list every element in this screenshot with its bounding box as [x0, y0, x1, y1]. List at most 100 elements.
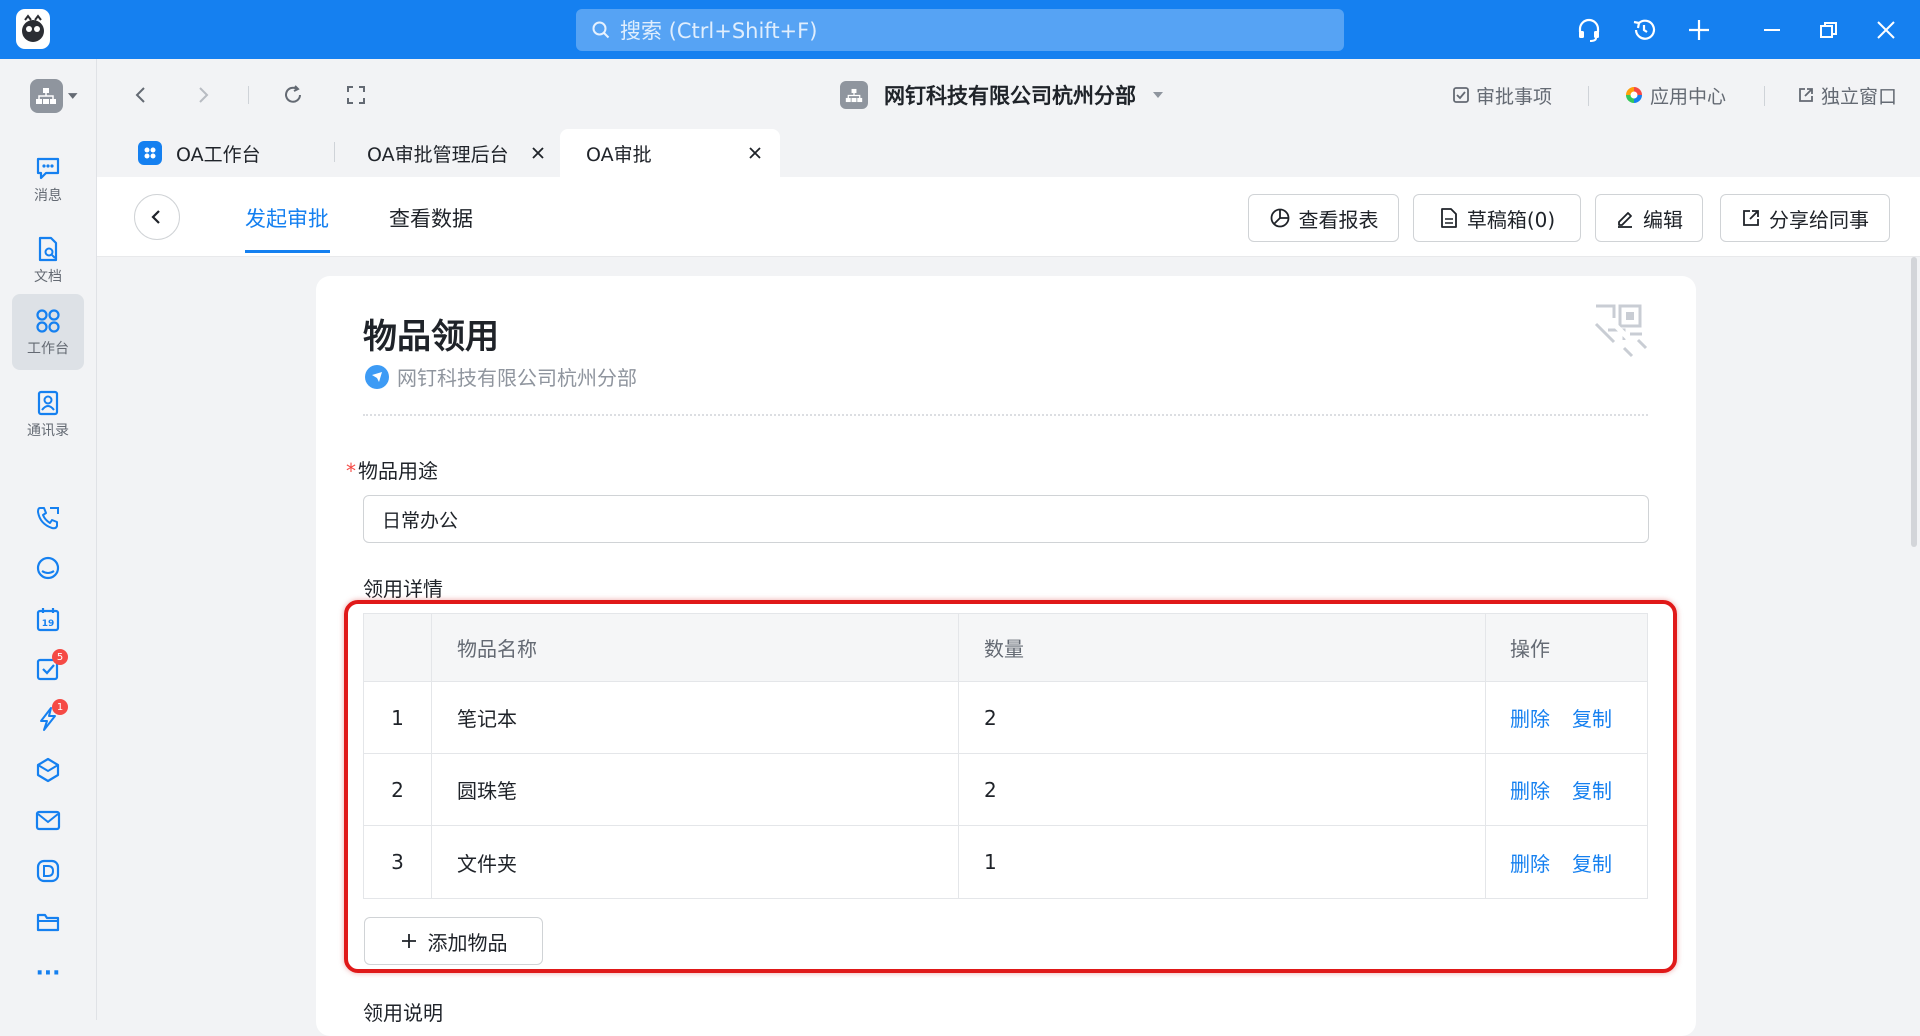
refresh-icon[interactable] [280, 82, 306, 108]
edit-button[interactable]: 编辑 [1595, 194, 1703, 242]
button-label: 编辑 [1643, 207, 1683, 232]
calendar-day: 19 [42, 619, 55, 629]
org-switcher[interactable] [30, 78, 78, 114]
scrollbar[interactable] [1911, 257, 1917, 547]
todo-badge: 5 [52, 649, 68, 665]
caret-down-icon [1153, 92, 1163, 98]
ding-icon[interactable]: 1 [32, 699, 68, 735]
mail-icon[interactable] [32, 804, 64, 836]
sidebar-item-docs[interactable]: 文档 [12, 222, 84, 298]
form-title: 物品领用 [363, 317, 499, 357]
search-icon [592, 21, 610, 39]
restore-icon[interactable] [1814, 15, 1844, 45]
history-icon[interactable] [1629, 15, 1659, 45]
org-badge-icon [365, 364, 389, 389]
global-search-input[interactable]: 搜索 (Ctrl+Shift+F) [576, 9, 1344, 51]
cube-icon[interactable] [32, 754, 64, 786]
button-label: 查看报表 [1298, 207, 1379, 232]
cloud-icon[interactable] [32, 552, 64, 584]
docs-d-icon[interactable] [32, 855, 64, 887]
app-logo[interactable] [16, 9, 50, 49]
search-placeholder: 搜索 (Ctrl+Shift+F) [620, 19, 818, 43]
minimize-icon[interactable] [1757, 15, 1787, 45]
org-title-dropdown[interactable]: 网钉科技有限公司杭州分部 [840, 78, 1164, 112]
sidebar-item-label: 工作台 [27, 340, 69, 357]
sidebar-item-label: 文档 [34, 268, 62, 285]
drafts-button[interactable]: 草稿箱(0) [1413, 194, 1581, 242]
document-icon [38, 236, 58, 261]
purpose-value: 日常办公 [382, 509, 459, 532]
close-icon[interactable] [1871, 15, 1901, 45]
approval-items-link[interactable]: 审批事项 [1452, 80, 1552, 110]
back-arrow-icon[interactable] [128, 82, 154, 108]
tab-close-icon[interactable] [531, 146, 545, 160]
sidebar-item-label: 消息 [34, 187, 62, 204]
edit-icon [1618, 212, 1632, 228]
form-org: 网钉科技有限公司杭州分部 [365, 362, 637, 391]
sidebar-item-contacts[interactable]: 通讯录 [12, 376, 84, 452]
calendar-icon[interactable]: 19 [32, 603, 64, 635]
tab-close-icon[interactable] [748, 146, 762, 160]
purpose-label-text: 物品用途 [358, 459, 438, 483]
external-window-icon [1799, 88, 1813, 102]
approval-check-icon [1453, 87, 1469, 103]
app-center-label: 应用中心 [1650, 85, 1727, 108]
back-button[interactable] [134, 194, 180, 240]
qr-code-icon[interactable] [1594, 304, 1648, 358]
chevron-left-icon [151, 210, 160, 224]
draft-icon [1440, 208, 1457, 228]
purpose-label: * 物品用途 [346, 455, 438, 484]
phone-icon[interactable] [32, 502, 64, 534]
title-bar: 搜索 (Ctrl+Shift+F) [0, 0, 1920, 59]
org-avatar-icon [30, 79, 63, 113]
forward-arrow-icon[interactable] [190, 82, 216, 108]
highlight-box [344, 600, 1677, 973]
button-label: 草稿箱(0) [1466, 207, 1556, 232]
ding-badge: 1 [52, 699, 68, 715]
tab-oa-approval-admin[interactable]: OA审批管理后台 [367, 129, 547, 177]
workbench-icon [36, 308, 60, 333]
form-org-name: 网钉科技有限公司杭州分部 [397, 366, 637, 390]
subtab-view-data[interactable]: 查看数据 [389, 203, 473, 233]
folder-icon[interactable] [32, 905, 64, 937]
header-divider [363, 414, 1648, 416]
more-icon[interactable]: ··· [32, 957, 64, 989]
fullscreen-icon[interactable] [343, 82, 369, 108]
page-toolbar: 发起审批 查看数据 查看报表 草稿箱(0) 编辑 分享给同事 [97, 177, 1920, 257]
required-mark: * [346, 459, 356, 483]
tab-divider [334, 142, 335, 162]
headset-icon[interactable] [1574, 15, 1604, 45]
sidebar-item-label: 通讯录 [27, 422, 69, 439]
plus-icon[interactable] [1684, 15, 1714, 45]
tab-oa-approval[interactable]: OA审批 [560, 129, 780, 177]
view-report-button[interactable]: 查看报表 [1248, 194, 1399, 242]
link-divider [1764, 86, 1765, 106]
org-title: 网钉科技有限公司杭州分部 [884, 84, 1136, 108]
sidebar-item-messages[interactable]: 消息 [12, 141, 84, 217]
nav-divider [248, 86, 249, 104]
notes-label: 领用说明 [363, 1001, 443, 1025]
share-icon [1743, 210, 1759, 226]
caret-down-icon [67, 93, 78, 99]
independent-window-label: 独立窗口 [1821, 85, 1898, 108]
sidebar-item-workbench[interactable]: 工作台 [12, 294, 84, 370]
button-label: 分享给同事 [1769, 207, 1869, 232]
purpose-input[interactable]: 日常办公 [363, 495, 1649, 543]
subtab-underline [245, 250, 330, 253]
app-center-icon [1626, 87, 1642, 103]
workbench-tab-icon [138, 141, 162, 165]
todo-icon[interactable]: 5 [32, 649, 68, 685]
app-center-link[interactable]: 应用中心 [1624, 80, 1726, 110]
report-icon [1270, 208, 1289, 228]
message-icon [36, 157, 60, 179]
details-label: 领用详情 [363, 577, 443, 601]
tab-label: OA审批 [586, 143, 652, 166]
left-sidebar: 消息 文档 工作台 通讯录 19 5 1 ··· [0, 59, 97, 1020]
org-icon [840, 81, 868, 109]
tab-label: OA审批管理后台 [367, 143, 509, 166]
subtab-start-approval[interactable]: 发起审批 [245, 203, 329, 233]
independent-window-link[interactable]: 独立窗口 [1797, 80, 1897, 110]
link-divider [1588, 86, 1589, 106]
share-to-colleague-button[interactable]: 分享给同事 [1720, 194, 1890, 242]
tab-oa-workbench[interactable]: OA工作台 [138, 129, 333, 177]
